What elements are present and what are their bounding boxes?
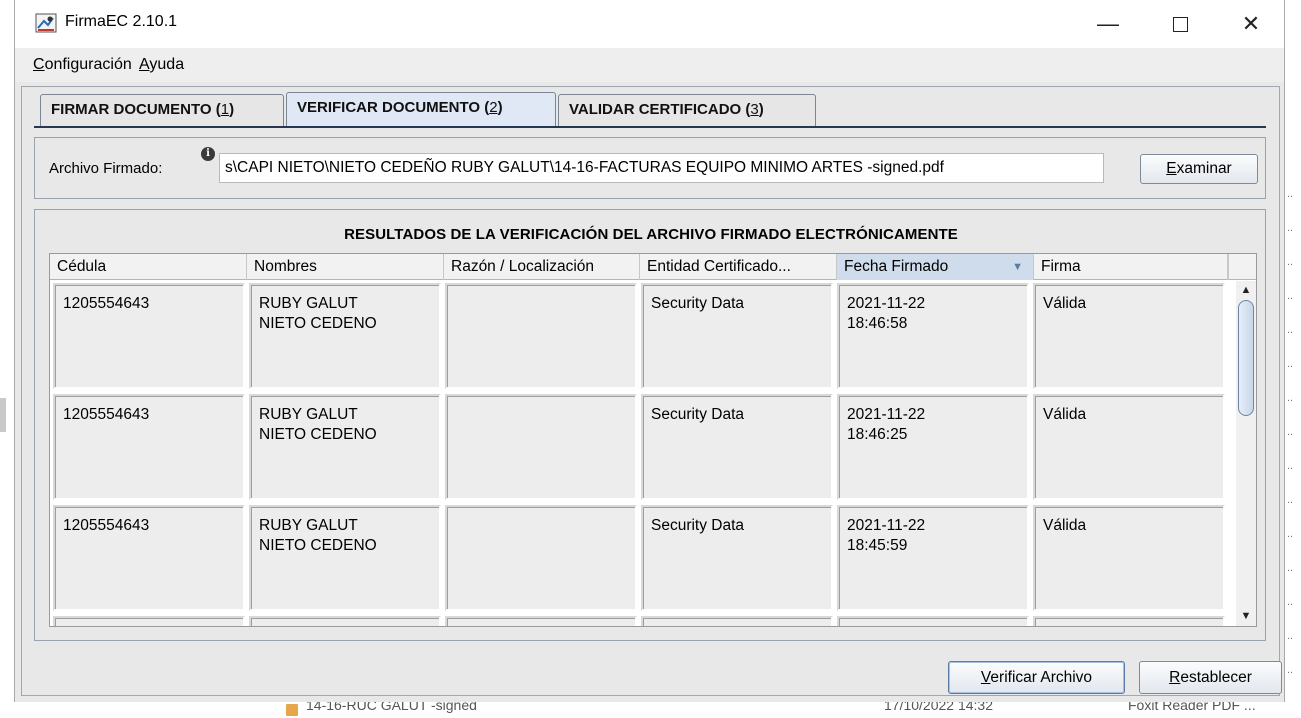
bg-dots: .. bbox=[1287, 528, 1294, 540]
cell-fecha: 2021-11-22 18:45:59 bbox=[837, 505, 1029, 611]
cell-cedula: 1205554643 bbox=[53, 394, 245, 500]
close-icon: ✕ bbox=[1241, 11, 1261, 36]
cell-entidad bbox=[641, 616, 833, 626]
examinar-button[interactable]: Examinar bbox=[1140, 154, 1258, 184]
bg-dots: .. bbox=[1287, 358, 1294, 370]
cell-nombres bbox=[249, 616, 441, 626]
bg-dots: .. bbox=[1287, 494, 1294, 506]
restablecer-button[interactable]: Restablecer bbox=[1139, 661, 1282, 694]
bg-dots: .. bbox=[1287, 188, 1294, 200]
table-row[interactable]: 1205554643 RUBY GALUT NIETO CEDENO Secur… bbox=[50, 281, 1228, 392]
menu-ayuda[interactable]: Ayuda bbox=[139, 56, 184, 74]
menu-configuracion[interactable]: Configuración bbox=[33, 56, 132, 74]
bg-dots: .. bbox=[1287, 460, 1294, 472]
cell-razon bbox=[445, 394, 637, 500]
maximize-icon bbox=[1172, 16, 1188, 32]
cell-entidad: Security Data bbox=[641, 283, 833, 389]
table-scrollbar[interactable]: ▲ ▼ bbox=[1236, 281, 1256, 626]
bg-dots: .. bbox=[1287, 426, 1294, 438]
cell-nombres: RUBY GALUT NIETO CEDENO bbox=[249, 283, 441, 389]
file-panel: Archivo Firmado: i s\CAPI NIETO\NIETO CE… bbox=[34, 137, 1266, 199]
cell-cedula bbox=[53, 616, 245, 626]
desktop-left-mark bbox=[0, 398, 6, 432]
cell-nombres: RUBY GALUT NIETO CEDENO bbox=[249, 394, 441, 500]
desktop-right-edge: .. .. .. .. .. .. .. .. .. .. .. .. .. .… bbox=[1283, 0, 1301, 718]
cell-fecha bbox=[837, 616, 1029, 626]
cell-fecha: 2021-11-22 18:46:58 bbox=[837, 283, 1029, 389]
cell-cedula: 1205554643 bbox=[53, 283, 245, 389]
file-label: Archivo Firmado: bbox=[49, 160, 163, 177]
tab-verificar-documento[interactable]: VERIFICAR DOCUMENTO (2) bbox=[286, 92, 556, 127]
bg-dots: .. bbox=[1287, 630, 1294, 642]
firmaec-window: FirmaEC 2.10.1 — ✕ Configuración Ayuda F… bbox=[14, 0, 1285, 702]
title-bar[interactable]: FirmaEC 2.10.1 — ✕ bbox=[15, 0, 1284, 48]
cell-razon bbox=[445, 283, 637, 389]
pdf-file-icon bbox=[286, 704, 298, 716]
cell-razon bbox=[445, 616, 637, 626]
column-header-razon[interactable]: Razón / Localización bbox=[444, 254, 640, 280]
minimize-icon: — bbox=[1097, 11, 1119, 36]
minimize-button[interactable]: — bbox=[1085, 6, 1131, 42]
cell-fecha: 2021-11-22 18:46:25 bbox=[837, 394, 1029, 500]
window-title: FirmaEC 2.10.1 bbox=[65, 13, 178, 30]
cell-firma: Válida bbox=[1033, 394, 1225, 500]
cell-razon bbox=[445, 505, 637, 611]
bg-dots: .. bbox=[1287, 290, 1294, 302]
cell-nombres: RUBY GALUT NIETO CEDENO bbox=[249, 505, 441, 611]
bg-dots: .. bbox=[1287, 392, 1294, 404]
cell-cedula: 1205554643 bbox=[53, 505, 245, 611]
main-content: FIRMAR DOCUMENTO (1) VERIFICAR DOCUMENTO… bbox=[15, 82, 1284, 702]
scroll-up-icon[interactable]: ▲ bbox=[1236, 281, 1256, 299]
results-panel: RESULTADOS DE LA VERIFICACIÓN DEL ARCHIV… bbox=[34, 209, 1266, 641]
table-row[interactable]: 1205554643 RUBY GALUT NIETO CEDENO Secur… bbox=[50, 503, 1228, 614]
tab-validar-certificado[interactable]: VALIDAR CERTIFICADO (3) bbox=[558, 94, 816, 126]
info-icon[interactable]: i bbox=[201, 147, 215, 161]
maximize-button[interactable] bbox=[1157, 6, 1203, 42]
signatures-table: Cédula Nombres Razón / Localización Enti… bbox=[49, 253, 1257, 627]
scrollbar-thumb[interactable] bbox=[1238, 300, 1254, 416]
cell-firma: Válida bbox=[1033, 505, 1225, 611]
column-header-firma[interactable]: Firma bbox=[1034, 254, 1228, 280]
table-row[interactable] bbox=[50, 614, 1228, 626]
bg-dots: .. bbox=[1287, 664, 1294, 676]
close-button[interactable]: ✕ bbox=[1228, 6, 1274, 42]
header-corner bbox=[1228, 254, 1256, 280]
cell-firma: Válida bbox=[1033, 283, 1225, 389]
signed-file-path-field[interactable]: s\CAPI NIETO\NIETO CEDEÑO RUBY GALUT\14-… bbox=[219, 153, 1104, 183]
table-row[interactable]: 1205554643 RUBY GALUT NIETO CEDENO Secur… bbox=[50, 392, 1228, 503]
verificar-archivo-button[interactable]: Verificar Archivo bbox=[948, 661, 1125, 694]
table-header: Cédula Nombres Razón / Localización Enti… bbox=[50, 254, 1228, 280]
desktop-left-edge bbox=[0, 0, 10, 718]
column-header-fecha-firmado[interactable]: Fecha Firmado ▼ bbox=[837, 254, 1034, 280]
scroll-down-icon[interactable]: ▼ bbox=[1236, 607, 1256, 625]
tab-firmar-documento[interactable]: FIRMAR DOCUMENTO (1) bbox=[40, 94, 284, 126]
menu-bar: Configuración Ayuda bbox=[15, 48, 1284, 82]
bg-dots: .. bbox=[1287, 324, 1294, 336]
firmaec-app-icon bbox=[35, 13, 57, 33]
cell-entidad: Security Data bbox=[641, 505, 833, 611]
cell-entidad: Security Data bbox=[641, 394, 833, 500]
results-title: RESULTADOS DE LA VERIFICACIÓN DEL ARCHIV… bbox=[344, 226, 958, 243]
column-header-nombres[interactable]: Nombres bbox=[247, 254, 444, 280]
column-header-entidad[interactable]: Entidad Certificado... bbox=[640, 254, 837, 280]
desktop-file-row: 14-16-RUC GALUT -signed 17/10/2022 14:32… bbox=[0, 697, 1301, 718]
bg-dots: .. bbox=[1287, 596, 1294, 608]
tab-container: FIRMAR DOCUMENTO (1) VERIFICAR DOCUMENTO… bbox=[21, 86, 1282, 696]
sort-descending-icon: ▼ bbox=[1012, 261, 1023, 273]
column-header-cedula[interactable]: Cédula bbox=[50, 254, 247, 280]
bg-dots: .. bbox=[1287, 256, 1294, 268]
bg-dots: .. bbox=[1287, 222, 1294, 234]
tab-underline bbox=[34, 126, 1266, 128]
bg-dots: .. bbox=[1287, 562, 1294, 574]
cell-firma bbox=[1033, 616, 1225, 626]
